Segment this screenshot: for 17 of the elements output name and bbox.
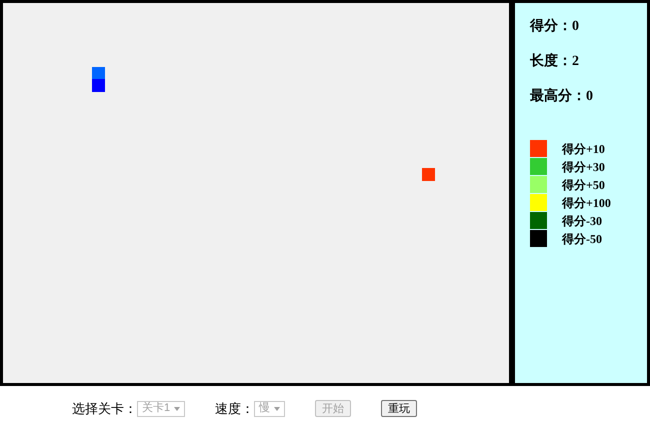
caret-icon <box>274 406 280 410</box>
legend-label: 得分+10 <box>562 140 605 158</box>
stat-label: 长度： <box>530 52 572 71</box>
stat-value: 2 <box>572 53 579 71</box>
legend-label: 得分-50 <box>562 230 602 248</box>
speed-label: 速度： <box>215 400 254 418</box>
caret-icon <box>174 406 180 410</box>
legend-label: 得分+50 <box>562 176 605 194</box>
level-label: 选择关卡： <box>72 400 137 418</box>
stat-label: 得分： <box>530 18 572 36</box>
stat-label: 最高分： <box>530 87 586 106</box>
legend-label: 得分+30 <box>562 158 605 176</box>
stat-value: 0 <box>572 18 579 36</box>
stat-value: 0 <box>586 88 593 106</box>
game-button[interactable]: 重玩 <box>381 400 418 417</box>
legend-label: 得分+100 <box>562 194 611 212</box>
legend-label: 得分-30 <box>562 212 602 230</box>
